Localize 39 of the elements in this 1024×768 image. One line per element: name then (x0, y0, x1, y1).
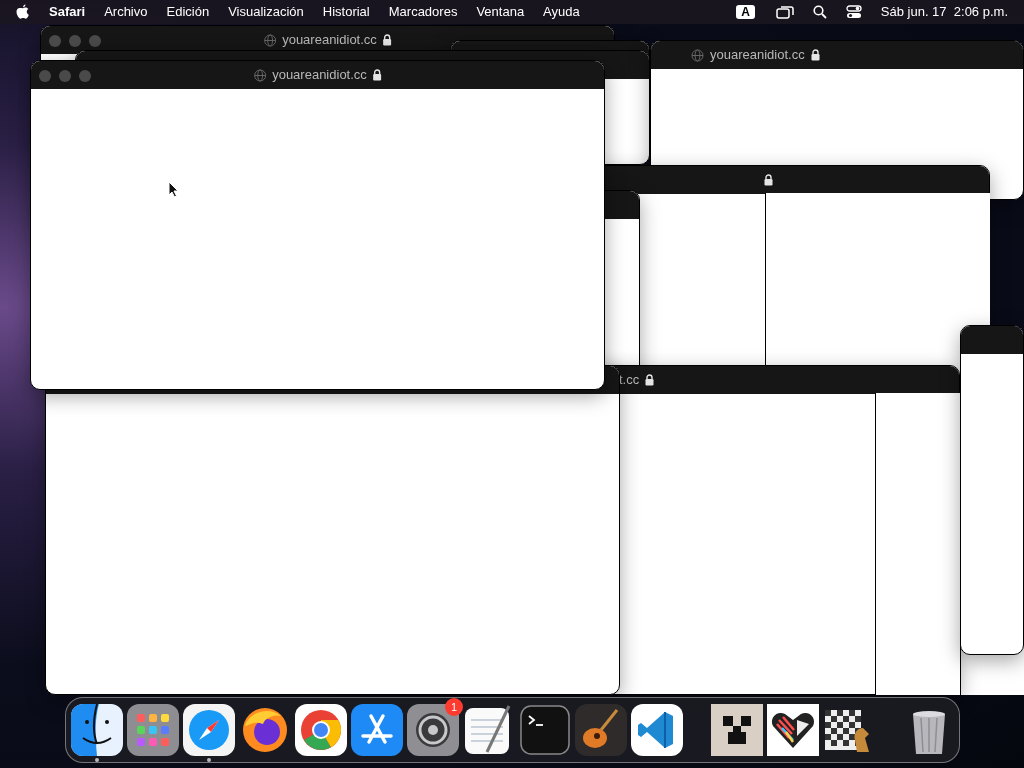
title-bar (961, 326, 1023, 354)
menu-bar-clock[interactable]: Sáb jun. 17 2:06 p.m. (880, 2, 1008, 22)
windows-icon[interactable] (775, 5, 794, 19)
input-source-indicator[interactable]: A (736, 5, 755, 19)
lock-icon (764, 174, 773, 186)
app-menu[interactable]: Safari (49, 2, 86, 22)
terminal-icon[interactable] (519, 704, 571, 756)
menu-item[interactable]: Ventana (476, 2, 525, 22)
apple-menu-icon[interactable] (16, 4, 30, 20)
ribbon-icon[interactable] (631, 704, 683, 756)
face-icon[interactable] (71, 704, 123, 756)
globe-icon (263, 33, 277, 47)
gear-icon[interactable] (407, 704, 459, 756)
guitar-icon[interactable] (575, 704, 627, 756)
letter-a-shape-icon[interactable] (351, 704, 403, 756)
menu-item[interactable]: Edición (166, 2, 210, 22)
lock-icon (372, 69, 382, 81)
ring-icon[interactable] (295, 704, 347, 756)
lock-icon (645, 374, 655, 386)
menu-item[interactable]: Visualización (228, 2, 304, 22)
compass-icon[interactable] (183, 704, 235, 756)
notification-badge: 1 (445, 698, 463, 716)
lock-icon (382, 34, 392, 46)
pixel-face-icon[interactable] (711, 704, 763, 756)
menu-item[interactable]: Ayuda (543, 2, 580, 22)
menu-item[interactable]: Historial (322, 2, 370, 22)
window-title: youareanidiot.cc (272, 66, 367, 85)
menu-item[interactable]: Archivo (104, 2, 148, 22)
window-title: youareanidiot.cc (710, 46, 805, 65)
menu-item[interactable]: Marcadores (388, 2, 458, 22)
search-icon[interactable] (812, 5, 827, 19)
window-title: youareanidiot.cc (282, 31, 377, 50)
lock-icon (810, 49, 820, 61)
globe-icon (691, 48, 704, 62)
cursor-icon (168, 181, 179, 198)
toggles-icon[interactable] (845, 5, 862, 19)
grid-icon[interactable] (127, 704, 179, 756)
globe-icon (253, 68, 267, 82)
window-title: t.cc (619, 371, 640, 390)
